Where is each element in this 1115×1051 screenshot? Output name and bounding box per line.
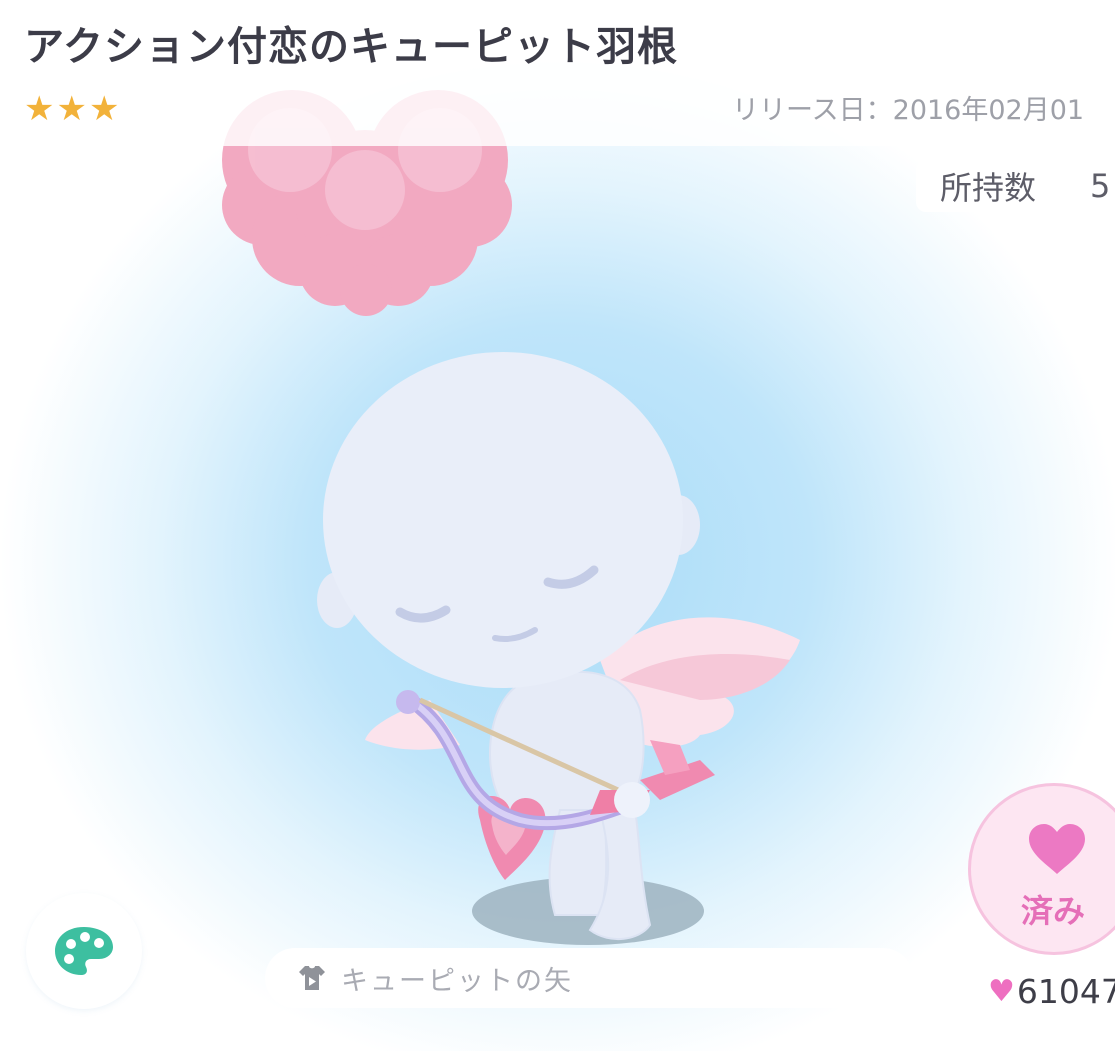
- item-title: アクション付恋のキューピット羽根: [24, 24, 678, 70]
- owned-count-box: 所持数 5: [916, 160, 1115, 212]
- like-count: ♥ 61047: [988, 972, 1115, 1011]
- star-icon: ★: [24, 89, 55, 129]
- owned-value: 5: [1090, 167, 1111, 205]
- rarity-stars: ★ ★ ★: [24, 90, 119, 128]
- color-palette-button[interactable]: [26, 893, 142, 1009]
- owned-label: 所持数: [940, 169, 1037, 207]
- heart-icon: ♥: [988, 974, 1015, 1009]
- palette-icon: [55, 927, 113, 975]
- avatar-preview: [222, 90, 800, 945]
- heart-icon: [1029, 824, 1085, 874]
- sub-item-chip[interactable]: キューピットの矢: [265, 948, 913, 1008]
- sub-item-name: キューピットの矢: [341, 965, 573, 997]
- preview-stage: [0, 0, 1115, 1051]
- shirt-icon: [299, 966, 325, 990]
- release-date: リリース日：2016年02月01: [732, 95, 1085, 126]
- star-icon: ★: [88, 89, 120, 129]
- like-count-value: 61047: [1016, 972, 1115, 1011]
- star-icon: ★: [56, 89, 87, 129]
- like-status: 済み: [1021, 892, 1086, 930]
